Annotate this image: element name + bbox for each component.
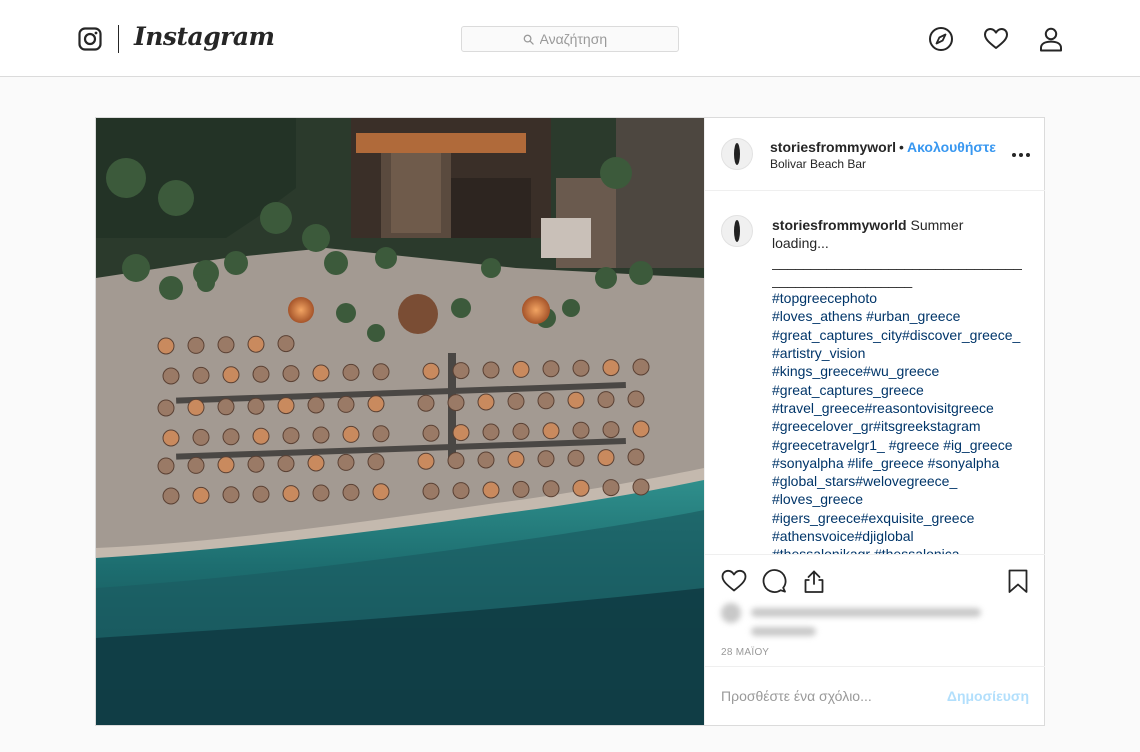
share-icon[interactable]: [801, 568, 827, 594]
top-navigation-bar: Instagram: [0, 0, 1140, 77]
heart-icon[interactable]: [983, 26, 1009, 52]
instagram-glyph-icon[interactable]: [78, 27, 102, 51]
hashtag-line[interactable]: #loves_athens #urban_greece: [772, 307, 1022, 325]
post-location[interactable]: Bolivar Beach Bar: [770, 157, 866, 171]
post-caption: storiesfrommyworld Summer loading... ___…: [772, 216, 1022, 554]
instagram-wordmark-logo[interactable]: Instagram: [134, 22, 275, 51]
hashtag-line[interactable]: #great_captures_city#discover_greece_: [772, 326, 1022, 344]
hashtag-line[interactable]: #igers_greece#exquisite_greece: [772, 509, 1022, 527]
follow-button[interactable]: Ακολουθήστε: [907, 139, 996, 155]
more-options-icon[interactable]: [1009, 143, 1033, 167]
hashtag-line[interactable]: #great_captures_greece: [772, 381, 1022, 399]
search-icon: [523, 34, 534, 45]
comment-input[interactable]: [721, 685, 941, 707]
hashtag-line[interactable]: #sonyalpha #life_greece #sonyalpha: [772, 454, 1022, 472]
hashtag-line[interactable]: #greecelover_gr#itsgreekstagram: [772, 417, 1022, 435]
caption-text-line2: loading...: [772, 235, 829, 252]
caption-username[interactable]: storiesfrommyworld: [772, 217, 907, 233]
caption-author-avatar[interactable]: [721, 215, 753, 247]
search-box[interactable]: [461, 26, 679, 52]
add-comment-form: Δημοσίευση: [705, 666, 1045, 725]
caption-rule-1: __________________________________: [772, 253, 1022, 270]
post-comment-button[interactable]: Δημοσίευση: [947, 688, 1029, 704]
post-sidebar: storiesfrommyworl • Ακολουθήστε Bolivar Be…: [704, 118, 1045, 725]
hashtag-line[interactable]: #topgreecephoto: [772, 289, 1022, 307]
profile-icon[interactable]: [1038, 26, 1064, 52]
post-photo-beach-aerial[interactable]: [96, 118, 704, 725]
author-line: storiesfrommyworl • Ακολουθήστε: [770, 139, 996, 155]
hashtag-line[interactable]: #travel_greece#reasontovisitgreece: [772, 399, 1022, 417]
avatar-figure-icon: [734, 143, 740, 165]
like-heart-icon[interactable]: [721, 568, 747, 594]
hashtag-line[interactable]: #loves_greece: [772, 490, 1022, 508]
hashtag-line[interactable]: #global_stars#welovegreece_: [772, 472, 1022, 490]
beach-photo-illustration: [96, 118, 704, 725]
compass-icon[interactable]: [928, 26, 954, 52]
hashtag-line[interactable]: #thessalonikagr #thessalonica: [772, 545, 1022, 554]
post-actions: 28 ΜΑΪΟΥ: [705, 554, 1045, 666]
hashtag-line[interactable]: #greecetravelgr1_ #greece #ig_greece: [772, 436, 1022, 454]
liked-by-blurred[interactable]: [721, 603, 991, 639]
search-input[interactable]: [539, 31, 618, 47]
post-header: storiesfrommyworl • Ακολουθήστε Bolivar Be…: [705, 118, 1045, 191]
post-date[interactable]: 28 ΜΑΪΟΥ: [721, 647, 769, 658]
avatar-figure-icon: [734, 220, 740, 242]
hashtag-list: #topgreecephoto #loves_athens #urban_gree…: [772, 289, 1022, 554]
post-card: storiesfrommyworl • Ακολουθήστε Bolivar Be…: [95, 117, 1045, 726]
save-bookmark-icon[interactable]: [1005, 568, 1031, 594]
author-avatar[interactable]: [721, 138, 753, 170]
logo-divider: [118, 25, 119, 53]
caption-rule-2: __________________: [772, 271, 913, 288]
comments-section[interactable]: storiesfrommyworld Summer loading... ___…: [705, 191, 1045, 554]
separator-dot: •: [899, 139, 904, 155]
author-username[interactable]: storiesfrommyworl: [770, 139, 896, 155]
hashtag-line[interactable]: #athensvoice#djiglobal: [772, 527, 1022, 545]
hashtag-line[interactable]: #kings_greece#wu_greece: [772, 362, 1022, 380]
comment-bubble-icon[interactable]: [761, 568, 787, 594]
hashtag-line[interactable]: #artistry_vision: [772, 344, 1022, 362]
caption-text-line1: Summer: [910, 217, 964, 233]
